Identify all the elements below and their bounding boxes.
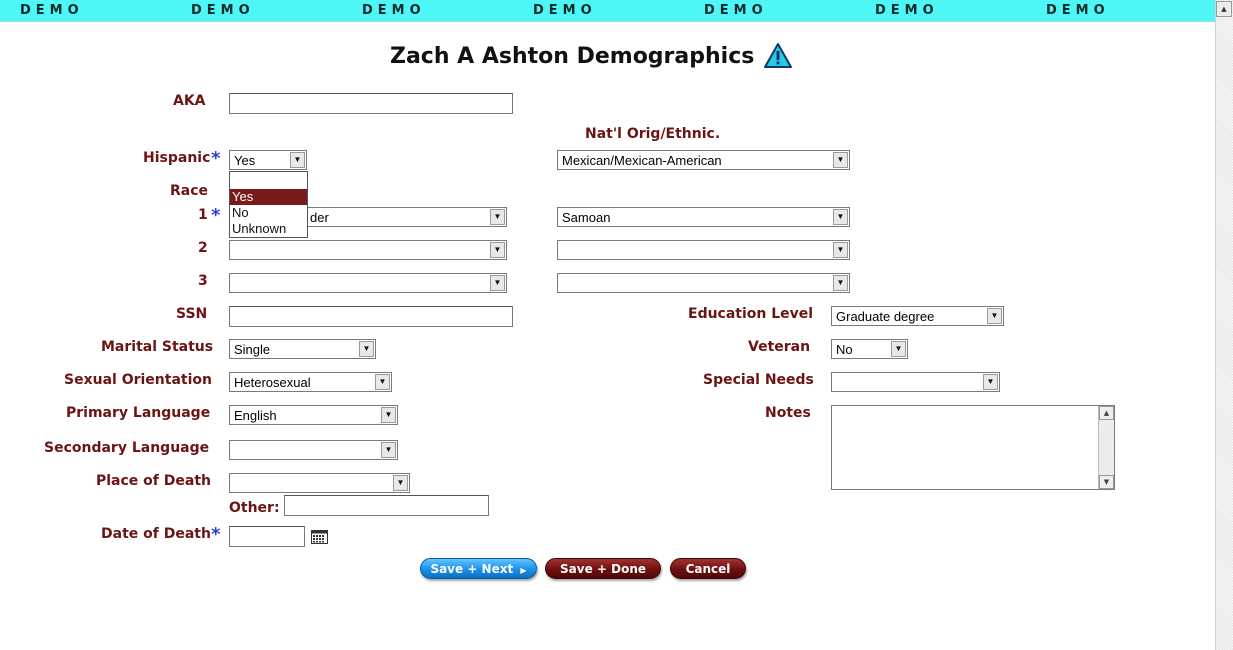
notes-label: Notes [765,405,811,421]
demo-banner-text: DEMO [362,3,426,18]
sexual-orientation-select[interactable]: Heterosexual ▼ [229,372,392,392]
place-of-death-label: Place of Death [96,473,211,489]
required-asterisk: * [211,205,221,226]
primary-language-select[interactable]: English ▼ [229,405,398,425]
race-3-origin-select[interactable]: ▼ [557,273,850,293]
ssn-label: SSN [176,306,208,322]
cancel-button[interactable]: Cancel [670,558,746,579]
scroll-down-arrow-icon[interactable]: ▼ [1099,475,1114,489]
save-next-button[interactable]: Save + Next ▶ [420,558,537,579]
required-asterisk: * [211,524,221,545]
other-input[interactable] [284,495,489,516]
hispanic-value: Yes [234,153,256,168]
chevron-down-icon[interactable]: ▼ [490,242,505,258]
chevron-down-icon[interactable]: ▼ [490,275,505,291]
notes-textarea[interactable]: ▲ ▼ [831,405,1115,490]
chevron-down-icon[interactable]: ▼ [987,308,1002,324]
ssn-input[interactable] [229,306,513,327]
page-title: Zach A Ashton Demographics [390,44,755,69]
arrow-right-icon: ▶ [520,566,527,575]
demo-banner-text: DEMO [704,3,768,18]
race-1-value: der [310,210,329,225]
hispanic-select[interactable]: Yes ▼ [229,150,307,170]
page-scrollbar[interactable] [1215,0,1233,650]
dropdown-option-unknown[interactable]: Unknown [230,221,307,237]
chevron-down-icon[interactable]: ▼ [833,152,848,168]
hispanic-dropdown-list[interactable]: Yes No Unknown [229,171,308,238]
veteran-value: No [836,342,853,357]
marital-status-value: Single [234,342,271,357]
dropdown-option-no[interactable]: No [230,205,307,221]
chevron-down-icon[interactable]: ▼ [833,242,848,258]
date-of-death-label: Date of Death [101,526,211,542]
primary-language-value: English [234,408,277,423]
demo-banner-text: DEMO [191,3,255,18]
demo-banner-text: DEMO [533,3,597,18]
demo-banner-text: DEMO [20,3,84,18]
marital-status-select[interactable]: Single ▼ [229,339,376,359]
chevron-down-icon[interactable]: ▼ [490,209,505,225]
chevron-down-icon[interactable]: ▼ [290,152,305,168]
date-of-death-input[interactable] [229,526,305,547]
chevron-down-icon[interactable]: ▼ [833,275,848,291]
secondary-language-label: Secondary Language [44,440,210,456]
primary-language-label: Primary Language [66,405,211,421]
other-label: Other: [229,500,280,516]
notes-scrollbar[interactable]: ▲ ▼ [1098,406,1114,489]
required-asterisk: * [211,148,221,169]
sexual-orientation-value: Heterosexual [234,375,311,390]
special-needs-label: Special Needs [703,372,814,388]
warning-triangle-icon[interactable] [763,42,793,69]
race-3-label: 3 [198,273,208,289]
chevron-down-icon[interactable]: ▼ [375,374,390,390]
race-2-label: 2 [198,240,208,256]
race-2-origin-select[interactable]: ▼ [557,240,850,260]
race-1-label: 1 [198,207,208,223]
save-next-label: Save + Next [430,562,514,576]
sexual-orientation-label: Sexual Orientation [64,372,212,388]
chevron-down-icon[interactable]: ▼ [891,341,906,357]
demo-banner: DEMO DEMO DEMO DEMO DEMO DEMO DEMO [0,0,1215,22]
hispanic-label: Hispanic [143,150,211,166]
education-level-select[interactable]: Graduate degree ▼ [831,306,1004,326]
scroll-up-arrow-icon[interactable]: ▲ [1099,406,1114,420]
race-3-select[interactable]: ▼ [229,273,507,293]
race-1-origin-select[interactable]: Samoan ▼ [557,207,850,227]
veteran-select[interactable]: No ▼ [831,339,908,359]
veteran-label: Veteran [748,339,811,355]
secondary-language-select[interactable]: ▼ [229,440,398,460]
special-needs-select[interactable]: ▼ [831,372,1000,392]
chevron-down-icon[interactable]: ▼ [359,341,374,357]
chevron-down-icon[interactable]: ▼ [833,209,848,225]
chevron-down-icon[interactable]: ▼ [381,442,396,458]
education-level-value: Graduate degree [836,309,935,324]
demo-banner-text: DEMO [1046,3,1110,18]
race-2-select[interactable]: ▼ [229,240,507,260]
natl-orig-value: Mexican/Mexican-American [562,153,722,168]
education-level-label: Education Level [688,306,814,322]
scroll-up-arrow-icon[interactable]: ▲ [1216,1,1232,17]
calendar-icon[interactable] [311,530,328,544]
place-of-death-select[interactable]: ▼ [229,473,410,493]
chevron-down-icon[interactable]: ▼ [983,374,998,390]
race-label: Race [170,183,209,199]
aka-label: AKA [173,93,206,109]
aka-input[interactable] [229,93,513,114]
dropdown-option-blank[interactable] [230,173,307,189]
marital-status-label: Marital Status [101,339,214,355]
natl-orig-label: Nat'l Orig/Ethnic. [585,126,721,142]
natl-orig-select[interactable]: Mexican/Mexican-American ▼ [557,150,850,170]
save-done-button[interactable]: Save + Done [545,558,661,579]
race-1-origin-value: Samoan [562,210,611,225]
demo-banner-text: DEMO [875,3,939,18]
chevron-down-icon[interactable]: ▼ [393,475,408,491]
chevron-down-icon[interactable]: ▼ [381,407,396,423]
dropdown-option-yes[interactable]: Yes [230,189,307,205]
